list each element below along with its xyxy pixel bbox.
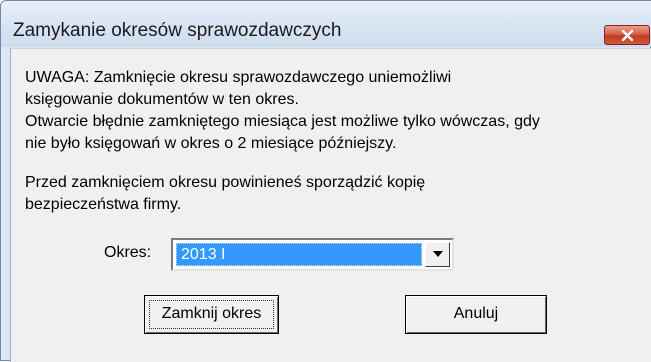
warning-line: nie było księgowań w okres o 2 miesiące … — [25, 135, 397, 152]
warning-message: UWAGA: Zamknięcie okresu sprawozdawczego… — [25, 67, 540, 155]
focus-rectangle — [149, 300, 274, 329]
cancel-button[interactable]: Anuluj — [405, 295, 547, 334]
chevron-down-icon — [433, 251, 443, 257]
backup-line: bezpieczeństwa firmy. — [25, 196, 182, 213]
window-title: Zamykanie okresów sprawozdawczych — [13, 20, 342, 41]
warning-line: księgowanie dokumentów w ten okres. — [25, 91, 299, 108]
title-bar[interactable]: Zamykanie okresów sprawozdawczych — [1, 1, 651, 47]
close-icon — [621, 30, 634, 41]
okres-selected-value[interactable]: 2013 I — [176, 243, 422, 266]
backup-line: Przed zamknięciem okresu powinieneś spor… — [25, 174, 426, 191]
close-button[interactable] — [604, 25, 650, 45]
close-period-button[interactable]: Zamknij okres — [144, 295, 279, 334]
warning-line: UWAGA: Zamknięcie okresu sprawozdawczego… — [25, 69, 452, 86]
dropdown-button[interactable] — [425, 242, 450, 267]
okres-select[interactable]: 2013 I — [171, 238, 454, 271]
cancel-label: Anuluj — [453, 305, 499, 322]
backup-message: Przed zamknięciem okresu powinieneś spor… — [25, 172, 425, 216]
warning-line: Otwarcie błędnie zamkniętego miesiąca je… — [25, 113, 540, 130]
okres-label: Okres: — [104, 244, 152, 261]
